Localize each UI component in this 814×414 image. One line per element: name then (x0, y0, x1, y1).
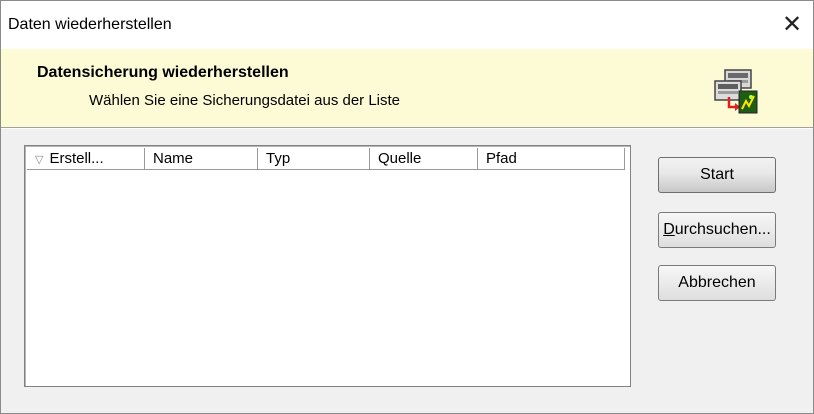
column-header-erstellt[interactable]: ▽ Erstell... (27, 148, 145, 170)
column-label: Pfad (486, 150, 517, 167)
column-header-quelle[interactable]: Quelle (370, 148, 478, 170)
list-header: ▽ Erstell... Name Typ Quelle Pfad (27, 148, 625, 170)
browse-button-label: urchsuchen... (674, 221, 771, 238)
title-bar: Daten wiederherstellen ✕ (1, 1, 813, 49)
column-label: Quelle (378, 150, 422, 167)
list-body[interactable] (27, 171, 628, 384)
mnemonic-letter: D (663, 221, 675, 238)
window-title: Daten wiederherstellen (8, 16, 172, 33)
backup-file-list[interactable]: ▽ Erstell... Name Typ Quelle Pfad (24, 145, 631, 387)
banner-separator (1, 127, 813, 129)
column-label: Name (153, 150, 194, 167)
header-banner: Datensicherung wiederherstellen Wählen S… (1, 49, 813, 127)
restore-backup-icon (714, 69, 758, 114)
restore-dialog: Daten wiederherstellen ✕ Datensicherung … (0, 0, 814, 414)
close-icon[interactable]: ✕ (777, 10, 807, 40)
sort-down-icon: ▽ (35, 154, 44, 166)
column-label: Typ (266, 150, 291, 167)
browse-button[interactable]: Durchsuchen... (658, 212, 776, 248)
column-header-typ[interactable]: Typ (258, 148, 370, 170)
banner-subtitle: Wählen Sie eine Sicherungsdatei aus der … (89, 92, 401, 109)
column-label: Erstell... (49, 150, 104, 167)
cancel-button[interactable]: Abbrechen (658, 265, 776, 301)
column-header-pfad[interactable]: Pfad (478, 148, 625, 170)
column-header-name[interactable]: Name (145, 148, 258, 170)
start-button[interactable]: Start (658, 157, 776, 193)
banner-title: Datensicherung wiederherstellen (37, 64, 289, 81)
